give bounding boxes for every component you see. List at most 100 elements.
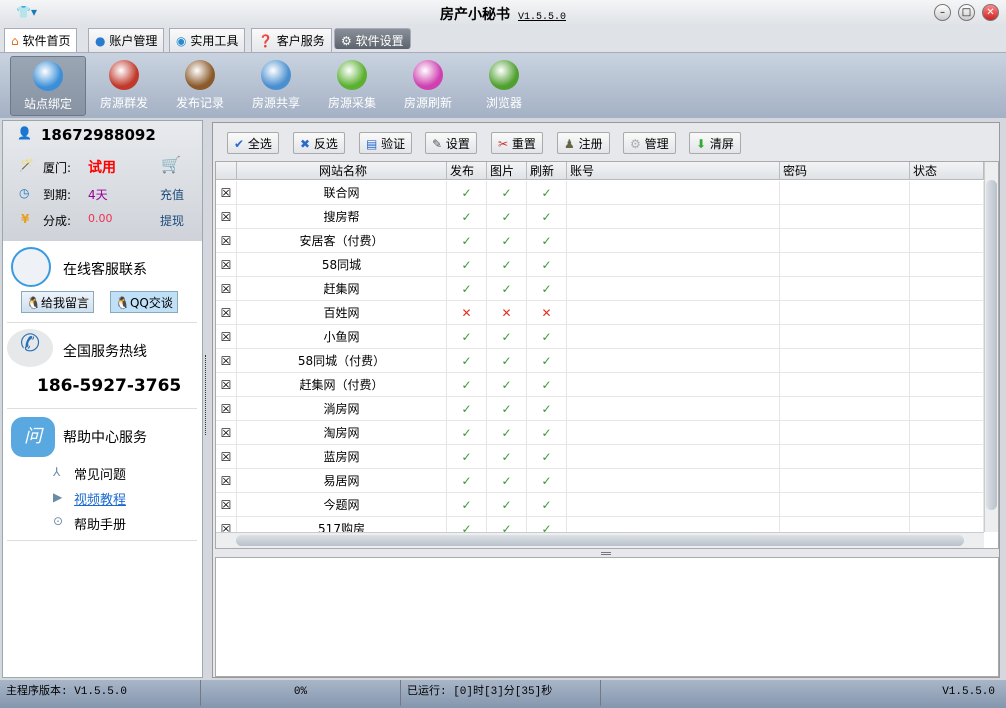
account-cell[interactable] xyxy=(567,373,780,397)
password-cell[interactable] xyxy=(780,445,910,469)
register-button[interactable]: ♟ 注册 xyxy=(557,132,610,154)
video-tutorial-link[interactable]: 视频教程 xyxy=(74,489,126,508)
vertical-scrollbar[interactable] xyxy=(984,162,998,532)
row-checkbox[interactable]: ☒ xyxy=(216,373,237,397)
tool-listing-refresh[interactable]: 房源刷新 xyxy=(390,56,466,116)
row-checkbox[interactable]: ☒ xyxy=(216,397,237,421)
password-cell[interactable] xyxy=(780,229,910,253)
tool-publish-record[interactable]: 发布记录 xyxy=(162,56,238,116)
row-checkbox[interactable]: ☒ xyxy=(216,181,237,205)
tab-settings[interactable]: ⚙ 软件设置 xyxy=(334,28,411,49)
withdraw-link[interactable]: 提现 xyxy=(160,212,184,229)
settings-button[interactable]: ✎ 设置 xyxy=(425,132,477,154)
leave-message-button[interactable]: 🐧给我留言 xyxy=(21,291,94,313)
row-checkbox[interactable]: ☒ xyxy=(216,205,237,229)
table-row[interactable]: ☒ 蓝房网 ✓ ✓ ✓ xyxy=(216,445,984,469)
row-checkbox[interactable]: ☒ xyxy=(216,325,237,349)
tab-service[interactable]: ❓ 客户服务 xyxy=(251,28,332,52)
header-checkbox[interactable] xyxy=(216,162,237,180)
password-cell[interactable] xyxy=(780,277,910,301)
tool-site-binding[interactable]: 站点绑定 xyxy=(10,56,86,116)
account-cell[interactable] xyxy=(567,205,780,229)
app-version[interactable]: V1.5.5.0 xyxy=(518,12,566,23)
tool-browser[interactable]: 浏览器 xyxy=(466,56,542,116)
qq-chat-button[interactable]: 🐧QQ交谈 xyxy=(110,291,178,313)
account-cell[interactable] xyxy=(567,397,780,421)
tab-tools[interactable]: ◉ 实用工具 xyxy=(169,28,246,52)
close-button[interactable]: ✕ xyxy=(982,4,999,21)
table-row[interactable]: ☒ 小鱼网 ✓ ✓ ✓ xyxy=(216,325,984,349)
column-header[interactable]: 密码 xyxy=(780,162,910,180)
password-cell[interactable] xyxy=(780,205,910,229)
verify-button[interactable]: ▤ 验证 xyxy=(359,132,413,154)
account-cell[interactable] xyxy=(567,277,780,301)
table-row[interactable]: ☒ 淌房网 ✓ ✓ ✓ xyxy=(216,397,984,421)
invert-select-button[interactable]: ✖ 反选 xyxy=(293,132,345,154)
splitter-handle[interactable] xyxy=(601,552,611,555)
row-checkbox[interactable]: ☒ xyxy=(216,469,237,493)
password-cell[interactable] xyxy=(780,493,910,517)
minimize-button[interactable]: – xyxy=(934,4,951,21)
table-row[interactable]: ☒ 58同城（付费） ✓ ✓ ✓ xyxy=(216,349,984,373)
manage-button[interactable]: ⚙ 管理 xyxy=(623,132,676,154)
password-cell[interactable] xyxy=(780,469,910,493)
tool-listing-broadcast[interactable]: 房源群发 xyxy=(86,56,162,116)
password-cell[interactable] xyxy=(780,301,910,325)
table-row[interactable]: ☒ 易居网 ✓ ✓ ✓ xyxy=(216,469,984,493)
password-cell[interactable] xyxy=(780,373,910,397)
account-cell[interactable] xyxy=(567,301,780,325)
table-row[interactable]: ☒ 今题网 ✓ ✓ ✓ xyxy=(216,493,984,517)
row-checkbox[interactable]: ☒ xyxy=(216,445,237,469)
account-cell[interactable] xyxy=(567,445,780,469)
tab-home[interactable]: ⌂ 软件首页 xyxy=(4,28,78,53)
table-row[interactable]: ☒ 赶集网 ✓ ✓ ✓ xyxy=(216,277,984,301)
column-header[interactable]: 刷新 xyxy=(527,162,567,180)
tool-listing-collect[interactable]: 房源采集 xyxy=(314,56,390,116)
panel-splitter[interactable] xyxy=(205,355,208,435)
column-header[interactable]: 图片 xyxy=(487,162,527,180)
account-cell[interactable] xyxy=(567,421,780,445)
recharge-link[interactable]: 充值 xyxy=(160,186,184,203)
manual-link[interactable]: 帮助手册 xyxy=(74,514,126,533)
row-checkbox[interactable]: ☒ xyxy=(216,421,237,445)
cart-icon[interactable]: 🛒 xyxy=(161,155,181,174)
tool-listing-share[interactable]: 房源共享 xyxy=(238,56,314,116)
column-header[interactable]: 账号 xyxy=(567,162,780,180)
password-cell[interactable] xyxy=(780,421,910,445)
row-checkbox[interactable]: ☒ xyxy=(216,229,237,253)
log-output[interactable] xyxy=(215,557,999,677)
row-checkbox[interactable]: ☒ xyxy=(216,277,237,301)
select-all-button[interactable]: ✔ 全选 xyxy=(227,132,279,154)
column-header[interactable]: 发布 xyxy=(447,162,487,180)
account-cell[interactable] xyxy=(567,493,780,517)
table-row[interactable]: ☒ 58同城 ✓ ✓ ✓ xyxy=(216,253,984,277)
account-cell[interactable] xyxy=(567,325,780,349)
account-cell[interactable] xyxy=(567,253,780,277)
password-cell[interactable] xyxy=(780,181,910,205)
maximize-button[interactable]: □ xyxy=(958,4,975,21)
clear-button[interactable]: ⬇ 清屏 xyxy=(689,132,741,154)
tab-account[interactable]: ● 账户管理 xyxy=(88,28,165,52)
account-cell[interactable] xyxy=(567,181,780,205)
row-checkbox[interactable]: ☒ xyxy=(216,349,237,373)
table-row[interactable]: ☒ 安居客（付费） ✓ ✓ ✓ xyxy=(216,229,984,253)
table-row[interactable]: ☒ 搜房帮 ✓ ✓ ✓ xyxy=(216,205,984,229)
account-cell[interactable] xyxy=(567,469,780,493)
row-checkbox[interactable]: ☒ xyxy=(216,301,237,325)
table-row[interactable]: ☒ 联合网 ✓ ✓ ✓ xyxy=(216,181,984,205)
password-cell[interactable] xyxy=(780,325,910,349)
account-cell[interactable] xyxy=(567,229,780,253)
row-checkbox[interactable]: ☒ xyxy=(216,493,237,517)
column-header[interactable]: 状态 xyxy=(910,162,984,180)
faq-link[interactable]: 常见问题 xyxy=(74,464,126,483)
password-cell[interactable] xyxy=(780,397,910,421)
password-cell[interactable] xyxy=(780,349,910,373)
table-row[interactable]: ☒ 赶集网（付费） ✓ ✓ ✓ xyxy=(216,373,984,397)
table-row[interactable]: ☒ 百姓网 ✕ ✕ ✕ xyxy=(216,301,984,325)
password-cell[interactable] xyxy=(780,253,910,277)
table-row[interactable]: ☒ 淘房网 ✓ ✓ ✓ xyxy=(216,421,984,445)
account-cell[interactable] xyxy=(567,349,780,373)
horizontal-scrollbar[interactable] xyxy=(216,532,984,548)
reset-button[interactable]: ✂ 重置 xyxy=(491,132,543,154)
row-checkbox[interactable]: ☒ xyxy=(216,253,237,277)
